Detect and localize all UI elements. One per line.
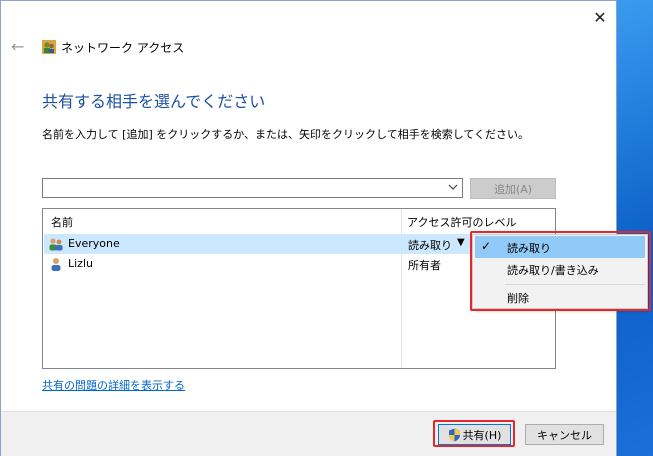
share-button-highlight [433,420,515,447]
add-button[interactable]: 追加(A) [470,178,556,199]
cancel-button[interactable]: キャンセル [525,424,604,445]
column-divider [401,209,402,368]
window-title: ネットワーク アクセス [61,41,185,55]
close-button[interactable]: ✕ [587,5,613,29]
row-access-level: 所有者 [408,259,441,272]
user-name-combobox[interactable] [42,178,463,198]
row-name: Everyone [68,237,120,250]
chevron-down-icon[interactable] [448,182,458,192]
row-access-level[interactable]: 読み取り [408,237,452,253]
sharing-troubleshoot-link[interactable]: 共有の問題の詳細を表示する [42,377,185,393]
desktop-background [617,0,653,456]
close-icon: ✕ [593,7,607,27]
dropdown-arrow-icon[interactable]: ▼ [457,237,465,248]
dialog-footer [1,411,616,456]
network-users-icon [42,40,56,54]
back-arrow-icon[interactable]: ← [11,37,24,56]
network-access-dialog: ✕ ← ネットワーク アクセス 共有する相手を選んでください 名前を入力して [… [0,0,617,456]
user-icon [51,258,61,271]
column-header-name[interactable]: 名前 [51,214,73,230]
instruction-text: 名前を入力して [追加] をクリックするか、または、矢印をクリックして相手を検索… [42,128,530,141]
user-name-input[interactable] [46,181,441,195]
row-name: Lizlu [68,257,93,270]
page-heading: 共有する相手を選んでください [42,92,266,111]
users-icon [49,238,63,251]
column-header-access-level[interactable]: アクセス許可のレベル [407,214,516,230]
menu-highlight [470,231,651,311]
